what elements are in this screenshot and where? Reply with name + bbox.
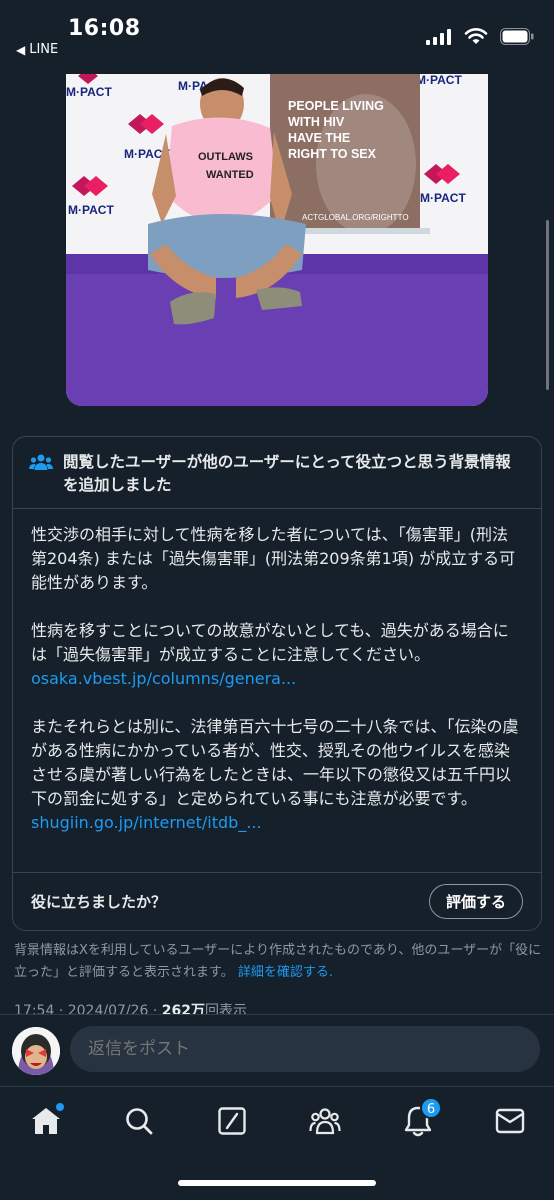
search-icon [126, 1108, 153, 1135]
post-time: 17:54 [14, 1003, 55, 1014]
post-photo[interactable]: M·PACT M·PACT M·PACT M·PACT M·PACT M·PAC… [66, 74, 488, 406]
status-icons [426, 28, 534, 45]
home-unread-dot [56, 1103, 64, 1111]
nav-notifications[interactable]: 6 [400, 1097, 442, 1139]
notifications-badge: 6 [420, 1097, 442, 1119]
views-count: 262万 [161, 1003, 206, 1014]
svg-text:WITH HIV: WITH HIV [288, 115, 345, 129]
chevron-left-icon: ◀ [16, 42, 26, 57]
community-note: 閲覧したユーザーが他のユーザーにとって役立つと思う背景情報を追加しました 性交渉… [12, 436, 542, 931]
note-footer: 役に立ちましたか？ 評価する [13, 872, 541, 930]
helpful-question: 役に立ちましたか？ [31, 893, 167, 911]
note-title: 閲覧したユーザーが他のユーザーにとって役立つと思う背景情報を追加しました [63, 453, 511, 494]
post-date: 2024/07/26 [67, 1003, 149, 1014]
views-label: 回表示 [205, 1003, 248, 1014]
wifi-icon [464, 28, 488, 44]
status-time: 16:08 [68, 16, 141, 41]
nav-communities[interactable] [307, 1103, 343, 1139]
note-paragraph-2: 性病を移すことについての故意がないとしても、過失がある場合には「過失傷害罪」が成… [31, 621, 509, 664]
reply-input[interactable] [70, 1026, 540, 1072]
nav-grok[interactable] [214, 1103, 250, 1139]
svg-text:PEOPLE LIVING: PEOPLE LIVING [288, 99, 384, 113]
note-paragraph-3: またそれらとは別に、法律第百六十七号の二十八条では、「伝染の虞がある性病にかかっ… [31, 717, 519, 808]
photo-illustration: M·PACT M·PACT M·PACT M·PACT M·PACT M·PAC… [66, 74, 488, 406]
note-source-link-1[interactable]: osaka.vbest.jp/columns/genera... [31, 667, 523, 691]
note-disclaimer: 背景情報はXを利用しているユーザーにより作成されたものであり、他のユーザーが「役… [14, 940, 542, 984]
note-header: 閲覧したユーザーが他のユーザーにとって役立つと思う背景情報を追加しました [13, 437, 541, 509]
svg-text:M·PACT: M·PACT [416, 74, 462, 87]
learn-more-link[interactable]: 詳細を確認する. [238, 965, 333, 980]
nav-search[interactable] [121, 1103, 157, 1139]
svg-text:RIGHT TO SEX: RIGHT TO SEX [288, 147, 377, 161]
cellular-signal-icon [426, 28, 451, 45]
svg-text:ACTGLOBAL.ORG/RIGHTTO: ACTGLOBAL.ORG/RIGHTTO [302, 213, 409, 222]
people-icon [29, 454, 53, 470]
avatar[interactable] [12, 1027, 60, 1075]
note-paragraph-1: 性交渉の相手に対して性病を移した者については、「傷害罪」(刑法第204条) また… [31, 525, 516, 592]
reply-bar [0, 1014, 554, 1086]
svg-text:HAVE THE: HAVE THE [288, 131, 350, 145]
svg-text:WANTED: WANTED [206, 169, 254, 181]
nav-messages[interactable] [492, 1103, 528, 1139]
home-indicator[interactable] [178, 1180, 376, 1186]
communities-icon [309, 1108, 341, 1135]
note-source-link-2[interactable]: shugiin.go.jp/internet/itdb_... [31, 811, 523, 835]
note-body: 性交渉の相手に対して性病を移した者については、「傷害罪」(刑法第204条) また… [13, 509, 541, 835]
back-to-line-button[interactable]: ◀ LINE [16, 42, 58, 57]
svg-text:M·PACT: M·PACT [420, 191, 466, 205]
mail-icon [495, 1108, 525, 1134]
nav-home[interactable] [28, 1103, 64, 1139]
grok-icon [218, 1107, 246, 1135]
battery-icon [500, 28, 534, 45]
post-meta: 17:54 · 2024/07/26 · 262万回表示 [14, 1000, 247, 1014]
avatar-image [12, 1027, 60, 1075]
rate-button[interactable]: 評価する [428, 884, 523, 919]
svg-text:M·PACT: M·PACT [66, 85, 112, 99]
status-bar: 16:08 ◀ LINE [0, 0, 554, 70]
back-label: LINE [29, 42, 59, 57]
svg-text:M·PACT: M·PACT [68, 203, 114, 217]
svg-text:OUTLAWS: OUTLAWS [198, 151, 253, 163]
scrollbar[interactable] [546, 220, 549, 390]
